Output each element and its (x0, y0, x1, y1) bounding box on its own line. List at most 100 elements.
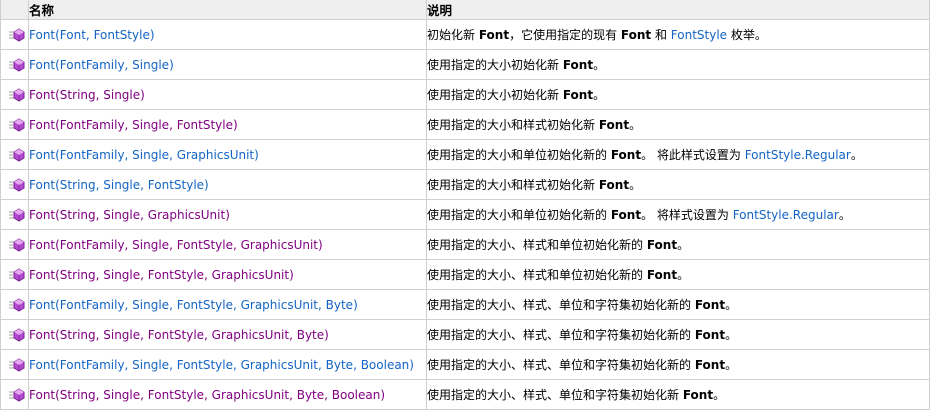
type-link[interactable]: FontStyle (671, 28, 727, 42)
public-method-icon (8, 267, 26, 283)
row-icon-cell (0, 169, 29, 200)
public-method-icon (8, 207, 26, 223)
description-segment: 。 (629, 178, 642, 192)
type-link[interactable]: FontStyle.Regular (745, 148, 851, 162)
type-name: Font (646, 268, 678, 282)
row-name-cell: Font(Font, FontStyle) (28, 19, 427, 50)
row-icon-cell (0, 349, 29, 380)
description-text: 使用指定的大小和单位初始化新的 Font。 将样式设置为 FontStyle.R… (428, 208, 851, 222)
header-description: 说明 (426, 0, 930, 20)
description-segment: 和 (651, 28, 671, 42)
description-segment: 使用指定的大小、样式、单位和字符集初始化新的 (427, 298, 695, 312)
row-name-cell: Font(String, Single, GraphicsUnit) (28, 199, 427, 230)
row-description-cell: 使用指定的大小、样式和单位初始化新的 Font。 (426, 259, 930, 290)
type-link[interactable]: FontStyle.Regular (733, 208, 839, 222)
table-row: Font(FontFamily, Single, FontStyle, Grap… (0, 349, 930, 380)
description-segment: 使用指定的大小、样式、单位和字符集初始化新的 (427, 328, 695, 342)
row-name-cell: Font(FontFamily, Single, FontStyle) (28, 109, 427, 140)
constructor-link[interactable]: Font(FontFamily, Single) (30, 58, 174, 72)
row-name-cell: Font(FontFamily, Single, FontStyle, Grap… (28, 289, 427, 320)
description-text: 使用指定的大小和样式初始化新 Font。 (427, 118, 642, 132)
description-text: 使用指定的大小初始化新 Font。 (428, 58, 606, 72)
row-description-cell: 使用指定的大小和单位初始化新的 Font。 将样式设置为 FontStyle.R… (426, 199, 930, 230)
row-description-cell: 使用指定的大小和样式初始化新 Font。 (426, 169, 930, 200)
description-text: 使用指定的大小和样式初始化新 Font。 (427, 178, 642, 192)
type-name: Font (610, 208, 642, 222)
table-row: Font(Font, FontStyle) 初始化新 Font，它使用指定的现有 … (0, 19, 930, 50)
table-row: Font(FontFamily, Single) 使用指定的大小初始化新 Font… (0, 49, 930, 80)
public-method-icon (8, 237, 26, 253)
description-segment: 。 (677, 268, 690, 282)
public-method-icon (8, 357, 26, 373)
row-icon-cell (0, 79, 29, 110)
row-icon-cell (0, 259, 29, 290)
constructor-link[interactable]: Font(String, Single, FontStyle, Graphics… (30, 388, 386, 402)
row-name-cell: Font(FontFamily, Single, GraphicsUnit) (28, 139, 427, 170)
row-icon-cell (0, 109, 29, 140)
row-icon-cell (0, 319, 29, 350)
table-row: Font(FontFamily, Single, FontStyle) 使用指定的… (0, 109, 930, 140)
constructor-link[interactable]: Font(FontFamily, Single, FontStyle, Grap… (30, 358, 414, 372)
type-name: Font (646, 238, 678, 252)
description-text: 使用指定的大小、样式、单位和字符集初始化新的 Font。 (427, 328, 738, 342)
constructor-link[interactable]: Font(FontFamily, Single, GraphicsUnit) (30, 148, 259, 162)
description-text: 使用指定的大小和单位初始化新的 Font。 将此样式设置为 FontStyle.… (428, 148, 863, 162)
public-method-icon (8, 57, 26, 73)
table-row: Font(String, Single, FontStyle, Graphics… (0, 259, 930, 290)
row-description-cell: 使用指定的大小和单位初始化新的 Font。 将此样式设置为 FontStyle.… (426, 139, 930, 170)
row-description-cell: 使用指定的大小和样式初始化新 Font。 (426, 109, 930, 140)
description-segment: 。 (677, 238, 690, 252)
row-description-cell: 使用指定的大小、样式、单位和字符集初始化新的 Font。 (426, 289, 930, 320)
row-name-cell: Font(String, Single, FontStyle) (28, 169, 427, 200)
constructor-link[interactable]: Font(String, Single, FontStyle) (30, 178, 209, 192)
row-description-cell: 使用指定的大小初始化新 Font。 (426, 49, 930, 80)
description-segment: 使用指定的大小初始化新 (427, 88, 563, 102)
description-segment: 。 (725, 358, 738, 372)
constructor-link[interactable]: Font(String, Single, FontStyle, Graphics… (30, 328, 329, 342)
public-method-icon (8, 117, 26, 133)
table-row: Font(FontFamily, Single, FontStyle, Grap… (0, 289, 930, 320)
row-icon-cell (0, 139, 29, 170)
row-icon-cell (0, 289, 29, 320)
description-segment: 。 (629, 118, 642, 132)
public-method-icon (8, 27, 26, 43)
constructor-link[interactable]: Font(String, Single) (30, 88, 145, 102)
header-icon-column (0, 0, 29, 20)
row-icon-cell (0, 49, 29, 80)
row-icon-cell (0, 199, 29, 230)
constructors-table: 名称 说明 Font(Font, FontStyle) 初始化新 Font，它使用… (0, 0, 930, 410)
description-segment: 使用指定的大小和样式初始化新 (427, 118, 599, 132)
row-description-cell: 使用指定的大小、样式、单位和字符集初始化新的 Font。 (426, 349, 930, 380)
row-description-cell: 使用指定的大小、样式、单位和字符集初始化新的 Font。 (426, 319, 930, 350)
type-name: Font (694, 298, 726, 312)
constructor-link[interactable]: Font(Font, FontStyle) (30, 28, 155, 42)
description-segment: 。 将此样式设置为 (641, 148, 745, 162)
row-description-cell: 使用指定的大小、样式、单位和字符集初始化新 Font。 (426, 379, 930, 410)
description-segment: 。 (838, 208, 851, 222)
description-text: 使用指定的大小、样式、单位和字符集初始化新 Font。 (428, 388, 726, 402)
type-name: Font (682, 388, 714, 402)
row-icon-cell (0, 229, 29, 260)
type-name: Font (694, 358, 726, 372)
description-segment: 。 (593, 88, 606, 102)
row-description-cell: 使用指定的大小初始化新 Font。 (426, 79, 930, 110)
constructor-link[interactable]: Font(FontFamily, Single, FontStyle) (30, 118, 238, 132)
public-method-icon (8, 147, 26, 163)
table-header-row: 名称 说明 (0, 0, 930, 20)
description-segment: 使用指定的大小和样式初始化新 (427, 178, 599, 192)
description-segment: 使用指定的大小、样式和单位初始化新的 (427, 268, 647, 282)
constructor-link[interactable]: Font(String, Single, GraphicsUnit) (30, 208, 230, 222)
constructor-link[interactable]: Font(String, Single, FontStyle, Graphics… (30, 268, 294, 282)
constructor-link[interactable]: Font(FontFamily, Single, FontStyle, Grap… (30, 298, 358, 312)
public-method-icon (8, 87, 26, 103)
public-method-icon (8, 177, 26, 193)
description-text: 初始化新 Font，它使用指定的现有 Font 和 FontStyle 枚举。 (428, 28, 767, 42)
constructor-link[interactable]: Font(FontFamily, Single, FontStyle, Grap… (30, 238, 323, 252)
description-text: 使用指定的大小初始化新 Font。 (427, 88, 606, 102)
type-name: Font (562, 88, 594, 102)
type-name: Font (620, 28, 652, 42)
row-name-cell: Font(FontFamily, Single, FontStyle, Grap… (28, 349, 427, 380)
header-name: 名称 (28, 0, 427, 20)
table-row: Font(String, Single, FontStyle) 使用指定的大小和样… (0, 169, 930, 200)
type-name: Font (562, 58, 594, 72)
